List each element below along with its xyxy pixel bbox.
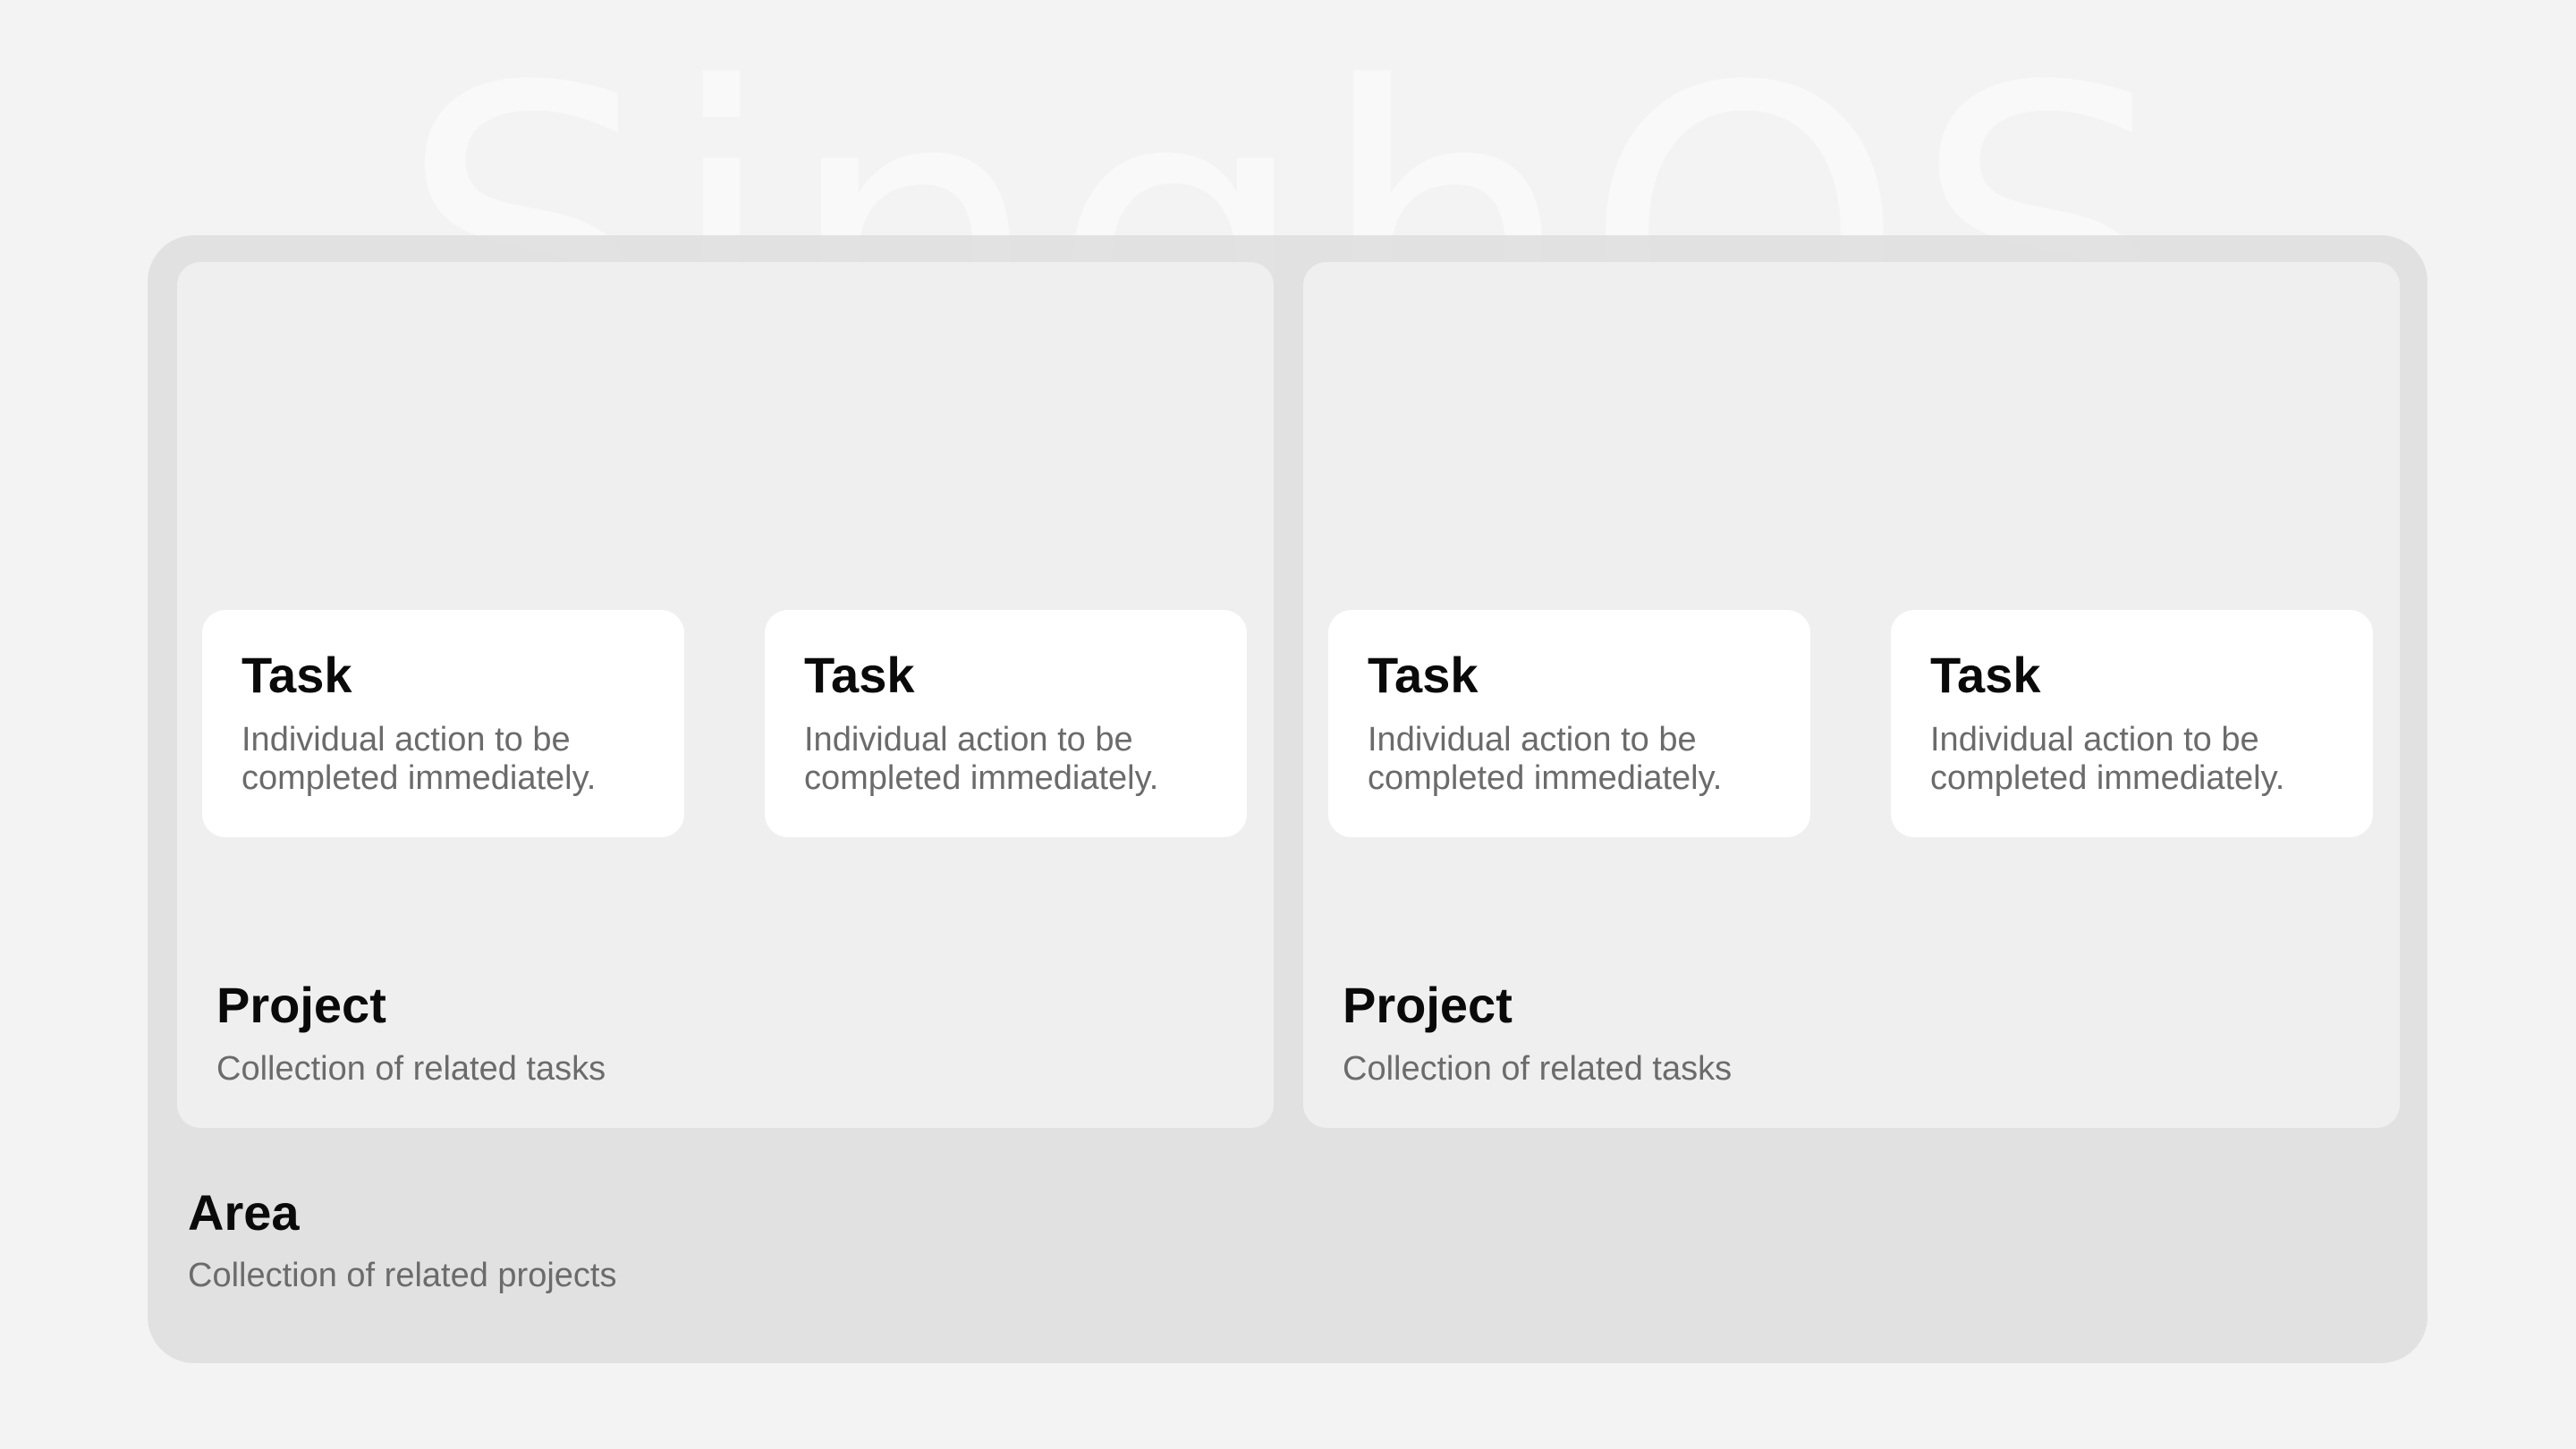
task-card-2-1: Task Individual action to be completed i… — [1328, 610, 1810, 837]
task-description: Individual action to be completed immedi… — [804, 720, 1159, 798]
area-container: Task Individual action to be completed i… — [148, 235, 2428, 1363]
task-description: Individual action to be completed immedi… — [242, 720, 597, 798]
task-card-1-2: Task Individual action to be completed i… — [765, 610, 1247, 837]
project-card-1: Task Individual action to be completed i… — [177, 262, 1274, 1128]
project-card-2: Task Individual action to be completed i… — [1303, 262, 2400, 1128]
area-description: Collection of related projects — [188, 1257, 617, 1294]
task-description: Individual action to be completed immedi… — [1368, 720, 1723, 798]
task-title: Task — [1930, 647, 2041, 703]
project-description: Collection of related tasks — [1343, 1050, 1733, 1088]
project-description: Collection of related tasks — [216, 1050, 606, 1088]
project-title: Project — [216, 977, 386, 1033]
task-title: Task — [242, 647, 352, 703]
task-title: Task — [804, 647, 915, 703]
task-description: Individual action to be completed immedi… — [1930, 720, 2285, 798]
task-card-1-1: Task Individual action to be completed i… — [202, 610, 684, 837]
task-title: Task — [1368, 647, 1479, 703]
task-card-2-2: Task Individual action to be completed i… — [1891, 610, 2373, 837]
project-title: Project — [1343, 977, 1513, 1033]
area-title: Area — [188, 1184, 300, 1241]
